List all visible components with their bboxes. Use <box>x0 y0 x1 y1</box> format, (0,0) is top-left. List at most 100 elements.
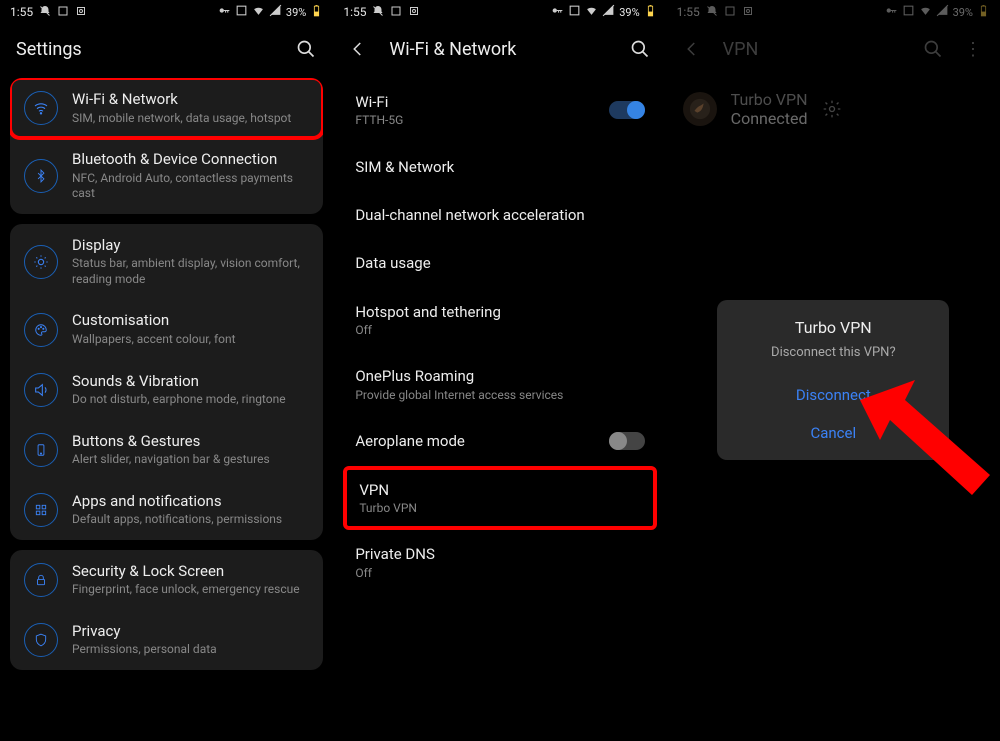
row-text: SIM & Network <box>355 157 644 177</box>
vpn-header: VPN ⋮ <box>667 24 1000 78</box>
row-title: Wi-Fi & Network <box>72 90 309 110</box>
list-row-sim[interactable]: SIM & Network <box>337 143 662 191</box>
wifi-network-header: Wi-Fi & Network <box>333 24 666 78</box>
more-icon[interactable]: ⋮ <box>962 38 984 60</box>
list-row-dualchannel[interactable]: Dual-channel network acceleration <box>337 191 662 239</box>
row-subtitle: Do not disturb, earphone mode, ringtone <box>72 392 309 408</box>
vpn-entry-text: Turbo VPN Connected <box>731 90 808 128</box>
row-subtitle: Off <box>355 323 644 339</box>
row-text: PrivacyPermissions, personal data <box>72 622 309 658</box>
row-subtitle: Turbo VPN <box>359 501 640 517</box>
row-title: Apps and notifications <box>72 492 309 512</box>
settings-row-buttons[interactable]: Buttons & GesturesAlert slider, navigati… <box>10 420 323 480</box>
aeroplane-toggle[interactable] <box>609 432 645 450</box>
battery-text: 39% <box>286 6 306 19</box>
capture-icon <box>75 5 87 20</box>
vpn-key-icon <box>218 4 231 20</box>
list-row-roaming[interactable]: OnePlus RoamingProvide global Internet a… <box>337 352 662 417</box>
cancel-button[interactable]: Cancel <box>733 414 933 452</box>
list-row-datausage[interactable]: Data usage <box>337 239 662 287</box>
wifi-toggle[interactable] <box>609 101 645 119</box>
row-subtitle: Default apps, notifications, permissions <box>72 512 309 528</box>
apps-icon <box>24 493 58 527</box>
settings-row-privacy[interactable]: PrivacyPermissions, personal data <box>10 610 323 670</box>
row-subtitle: Permissions, personal data <box>72 642 309 658</box>
gear-icon[interactable] <box>821 98 843 120</box>
settings-row-wifi-network[interactable]: Wi-Fi & NetworkSIM, mobile network, data… <box>10 78 323 138</box>
search-icon[interactable] <box>629 38 651 60</box>
row-title: Customisation <box>72 311 309 331</box>
nfc-icon <box>235 4 248 20</box>
row-title: Data usage <box>355 253 644 273</box>
settings-row-bluetooth[interactable]: Bluetooth & Device ConnectionNFC, Androi… <box>10 138 323 214</box>
back-icon[interactable] <box>349 40 371 58</box>
row-subtitle: Alert slider, navigation bar & gestures <box>72 452 309 468</box>
disconnect-dialog: Turbo VPN Disconnect this VPN? Disconnec… <box>717 300 949 460</box>
dialog-message: Disconnect this VPN? <box>733 345 933 360</box>
search-icon[interactable] <box>295 38 317 60</box>
vpn-entry-row[interactable]: Turbo VPN Connected <box>667 78 1000 140</box>
row-subtitle: Status bar, ambient display, vision comf… <box>72 256 309 287</box>
dnd-icon <box>372 5 384 20</box>
settings-card: Security & Lock ScreenFingerprint, face … <box>10 550 323 670</box>
row-title: Hotspot and tethering <box>355 302 644 322</box>
page-title: Settings <box>16 39 277 60</box>
row-title: Private DNS <box>355 544 644 564</box>
vpn-key-icon <box>551 4 564 20</box>
row-title: VPN <box>359 480 640 500</box>
row-text: CustomisationWallpapers, accent colour, … <box>72 311 309 347</box>
back-icon[interactable] <box>683 40 705 58</box>
phone-settings: 1:55 39% <box>0 0 333 741</box>
list-row-wifi[interactable]: Wi-FiFTTH-5G <box>337 78 662 143</box>
settings-row-security[interactable]: Security & Lock ScreenFingerprint, face … <box>10 550 323 610</box>
screenshot-icon <box>724 5 736 20</box>
list-row-dns[interactable]: Private DNS Off <box>337 530 662 595</box>
row-subtitle: Wallpapers, accent colour, font <box>72 332 309 348</box>
wifi-network-icon <box>24 91 58 125</box>
capture-icon <box>742 5 754 20</box>
row-subtitle: Fingerprint, face unlock, emergency resc… <box>72 582 309 598</box>
row-subtitle: NFC, Android Auto, contactless payments … <box>72 171 309 202</box>
row-title: Sounds & Vibration <box>72 372 309 392</box>
row-title: SIM & Network <box>355 157 644 177</box>
row-text: Hotspot and tetheringOff <box>355 302 644 339</box>
row-text: Dual-channel network acceleration <box>355 205 644 225</box>
dialog-title: Turbo VPN <box>733 318 933 337</box>
row-text: Wi-Fi & NetworkSIM, mobile network, data… <box>72 90 309 126</box>
row-title: Buttons & Gestures <box>72 432 309 452</box>
row-text: VPNTurbo VPN <box>359 480 640 517</box>
settings-row-display[interactable]: DisplayStatus bar, ambient display, visi… <box>10 224 323 300</box>
row-subtitle: Provide global Internet access services <box>355 388 644 404</box>
customisation-icon <box>24 313 58 347</box>
vpn-key-icon <box>885 4 898 20</box>
disconnect-button[interactable]: Disconnect <box>733 376 933 414</box>
dnd-icon <box>706 5 718 20</box>
row-text: Sounds & VibrationDo not disturb, earpho… <box>72 372 309 408</box>
row-title: Wi-Fi <box>355 92 608 112</box>
settings-row-apps[interactable]: Apps and notificationsDefault apps, noti… <box>10 480 323 540</box>
search-icon[interactable] <box>922 38 944 60</box>
row-text: Wi-FiFTTH-5G <box>355 92 608 129</box>
battery-text: 39% <box>619 6 639 19</box>
display-icon <box>24 245 58 279</box>
capture-icon <box>408 5 420 20</box>
security-icon <box>24 563 58 597</box>
list-row-hotspot[interactable]: Hotspot and tetheringOff <box>337 288 662 353</box>
row-text: Data usage <box>355 253 644 273</box>
page-title: Wi-Fi & Network <box>389 39 610 60</box>
bluetooth-icon <box>24 159 58 193</box>
signal-icon <box>602 4 615 20</box>
vpn-entry-title: Turbo VPN <box>731 90 808 109</box>
wifi-icon <box>919 4 932 20</box>
settings-row-customisation[interactable]: CustomisationWallpapers, accent colour, … <box>10 299 323 359</box>
settings-row-sounds[interactable]: Sounds & VibrationDo not disturb, earpho… <box>10 360 323 420</box>
list-row-vpn[interactable]: VPNTurbo VPN <box>343 466 656 531</box>
settings-card: DisplayStatus bar, ambient display, visi… <box>10 224 323 540</box>
status-time: 1:55 <box>677 5 700 19</box>
row-title: Aeroplane mode <box>355 431 608 451</box>
row-text: Private DNS Off <box>355 544 644 581</box>
signal-icon <box>269 4 282 20</box>
row-subtitle: Off <box>355 566 644 582</box>
row-text: OnePlus RoamingProvide global Internet a… <box>355 366 644 403</box>
list-row-aeroplane[interactable]: Aeroplane mode <box>337 417 662 465</box>
